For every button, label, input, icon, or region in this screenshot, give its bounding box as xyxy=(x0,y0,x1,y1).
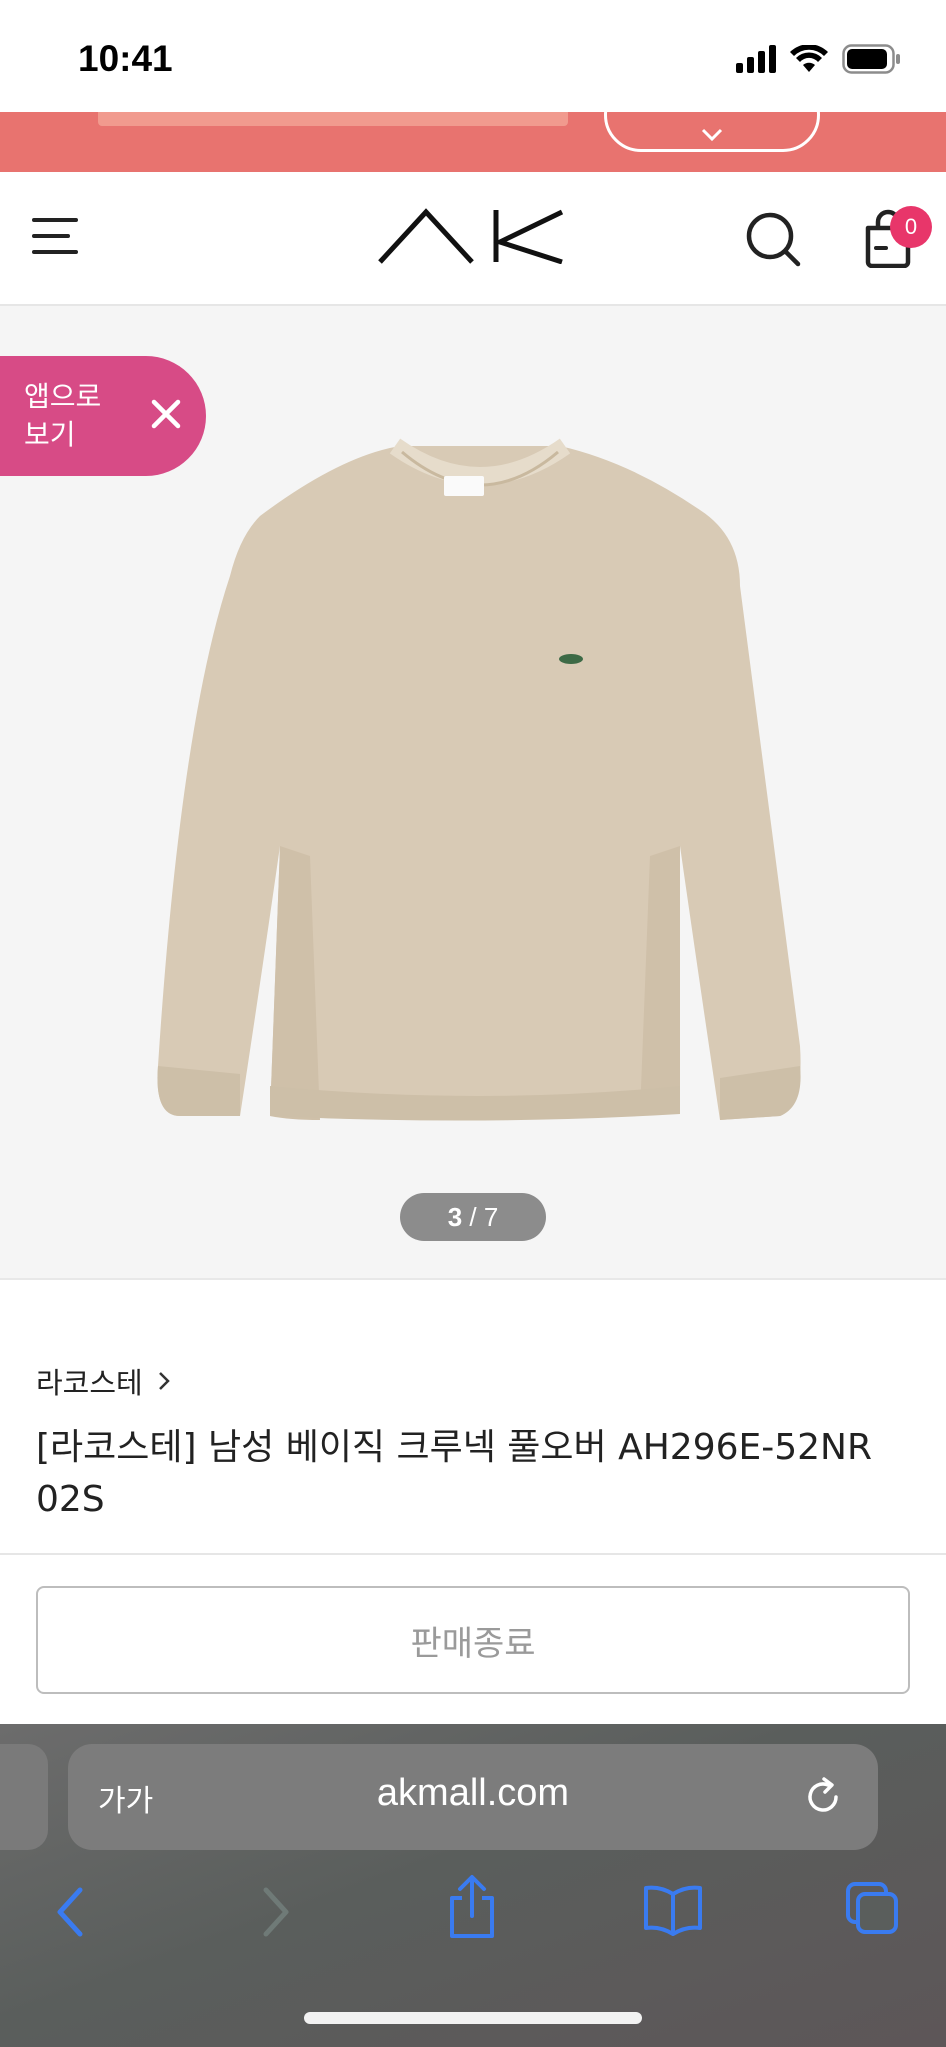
status-time: 10:41 xyxy=(78,38,173,79)
home-indicator xyxy=(304,2012,642,2024)
menu-button[interactable] xyxy=(32,218,78,258)
menu-icon xyxy=(32,218,78,222)
share-button[interactable] xyxy=(446,1874,498,1944)
search-button[interactable] xyxy=(746,212,802,272)
status-bar: 10:41 xyxy=(0,0,946,112)
promo-banner[interactable] xyxy=(0,112,946,172)
forward-button[interactable] xyxy=(256,1884,296,1944)
battery-icon xyxy=(842,44,900,74)
cellular-signal-icon xyxy=(736,45,776,73)
site-header xyxy=(0,172,946,306)
chevron-right-icon xyxy=(263,1887,289,1937)
reload-icon xyxy=(808,1777,838,1812)
open-in-app-label: 앱으로 보기 xyxy=(24,380,102,451)
ak-logo[interactable] xyxy=(376,208,566,268)
browser-toolbar: 가가 akmall.com xyxy=(0,1724,946,2047)
divider xyxy=(0,1553,946,1555)
url-text[interactable]: akmall.com xyxy=(68,1772,878,1815)
pager-current: 3 xyxy=(447,1201,463,1232)
chevron-left-icon xyxy=(57,1887,83,1937)
book-icon xyxy=(644,1885,702,1936)
tabs-icon xyxy=(846,1882,898,1934)
product-title: [라코스테] 남성 베이직 크루넥 풀오버 AH296E-52NR 02S xyxy=(36,1427,873,1520)
brand-name: 라코스테 xyxy=(36,1366,143,1400)
open-in-app-banner[interactable]: 앱으로 보기 xyxy=(0,356,206,476)
pager-separator: / xyxy=(462,1201,484,1232)
wifi-icon xyxy=(790,45,828,72)
chevron-right-icon xyxy=(158,1372,170,1390)
reload-button[interactable] xyxy=(802,1776,844,1822)
cart-count-badge: 0 xyxy=(890,206,932,248)
promo-text xyxy=(98,112,578,145)
image-pager: 3 / 7 xyxy=(400,1193,546,1241)
promo-pill-button[interactable] xyxy=(604,112,820,152)
address-bar[interactable]: 가가 akmall.com xyxy=(68,1744,878,1850)
search-icon xyxy=(746,212,801,267)
close-app-banner-button[interactable] xyxy=(148,396,184,436)
bookmarks-button[interactable] xyxy=(642,1884,704,1940)
previous-tab-peek[interactable] xyxy=(0,1744,48,1850)
close-icon xyxy=(151,399,181,429)
share-icon xyxy=(450,1875,494,1938)
brand-link[interactable]: 라코스테 xyxy=(36,1360,171,1402)
chevron-down-icon xyxy=(701,128,723,142)
status-icons xyxy=(736,44,902,74)
tabs-button[interactable] xyxy=(844,1880,900,1940)
back-button[interactable] xyxy=(50,1884,90,1944)
product-image xyxy=(140,426,820,1150)
pager-total: 7 xyxy=(483,1201,499,1232)
sold-out-button[interactable]: 판매종료 xyxy=(36,1586,910,1694)
